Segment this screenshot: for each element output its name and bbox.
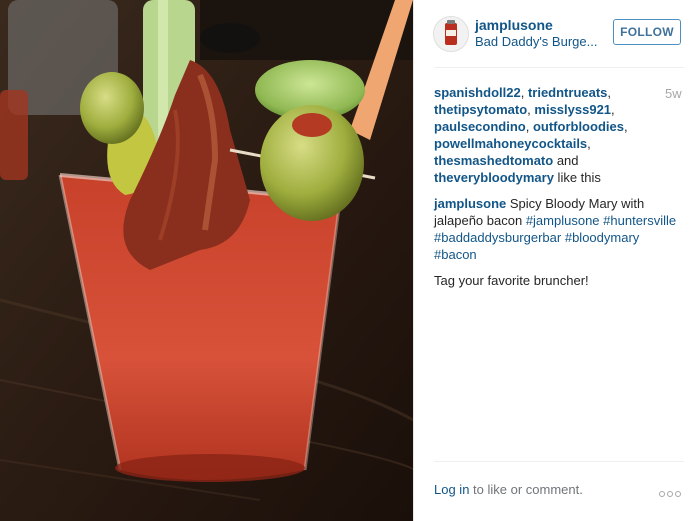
login-link[interactable]: Log in (434, 482, 469, 497)
post-timestamp[interactable]: 5w (665, 86, 682, 101)
login-prompt: Log in to like or comment. (434, 482, 583, 497)
hashtag[interactable]: #huntersville (603, 213, 676, 228)
profile-avatar-icon[interactable] (433, 16, 469, 52)
post-location[interactable]: Bad Daddy's Burge... (475, 34, 597, 49)
hashtag[interactable]: #baddaddysburgerbar (434, 230, 561, 245)
like-separator: , (607, 85, 612, 100)
bloody-mary-photo (0, 0, 413, 521)
post-caption: jamplusone Spicy Bloody Mary with jalape… (434, 195, 684, 263)
like-separator: , (587, 136, 591, 151)
like-separator: , (525, 119, 533, 134)
footer-divider (434, 461, 684, 462)
header-divider (434, 67, 684, 68)
post-header: jamplusone Bad Daddy's Burge... FOLLOW (414, 0, 700, 68)
caption-username[interactable]: jamplusone (434, 196, 506, 211)
like-suffix: like this (553, 170, 601, 185)
like-separator: , (611, 102, 615, 117)
post-sidebar: jamplusone Bad Daddy's Burge... FOLLOW s… (413, 0, 700, 521)
like-separator: , (520, 85, 528, 100)
hashtag[interactable]: #jamplusone (526, 213, 600, 228)
hashtag[interactable]: #bacon (434, 247, 477, 262)
post-comment: Tag your favorite bruncher! (434, 273, 589, 288)
like-user[interactable]: misslyss921 (534, 102, 611, 117)
likes-list: spanishdoll22, triedntrueats, thetipsyto… (434, 84, 656, 186)
like-separator: , (623, 119, 628, 134)
like-user[interactable]: paulsecondino (434, 119, 526, 134)
like-user[interactable]: thesmashedtomato (434, 153, 553, 168)
like-user[interactable]: spanishdoll22 (434, 85, 521, 100)
login-suffix: to like or comment. (469, 482, 583, 497)
post-photo[interactable] (0, 0, 413, 521)
like-user[interactable]: triedntrueats (528, 85, 607, 100)
like-user[interactable]: outforbloodies (533, 119, 624, 134)
like-user[interactable]: thetipsytomato (434, 102, 527, 117)
like-and: and (553, 153, 579, 168)
hashtag[interactable]: #bloodymary (565, 230, 639, 245)
like-user[interactable]: powellmahoneycocktails (434, 136, 587, 151)
post-username[interactable]: jamplusone (475, 17, 553, 33)
like-user[interactable]: theverybloodymary (434, 170, 554, 185)
follow-button[interactable]: FOLLOW (613, 19, 681, 45)
more-options-icon[interactable] (659, 484, 683, 497)
